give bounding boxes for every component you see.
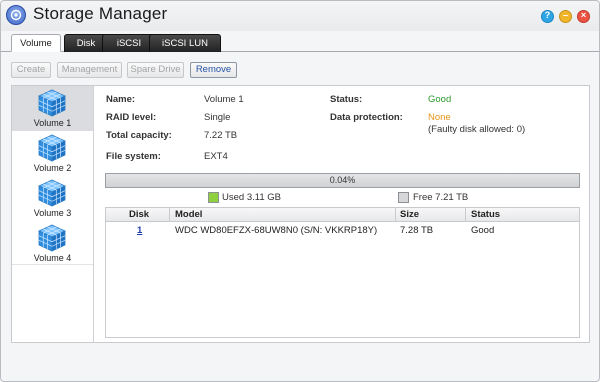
column-header-disk[interactable]: Disk bbox=[129, 209, 149, 220]
column-separator bbox=[169, 208, 170, 222]
name-value: Volume 1 bbox=[204, 94, 244, 105]
raid-level-label: RAID level: bbox=[106, 112, 157, 123]
tab-iscsi[interactable]: iSCSI bbox=[102, 34, 156, 52]
storage-manager-window: Storage Manager ? – × Volume Disk iSCSI … bbox=[0, 0, 600, 382]
status-value: Good bbox=[428, 94, 452, 105]
volume-label: Volume 3 bbox=[33, 208, 72, 218]
volume-list-item-1[interactable]: Volume 1 bbox=[12, 86, 93, 131]
disk-status: Good bbox=[471, 225, 495, 236]
total-capacity-label: Total capacity: bbox=[106, 130, 172, 141]
data-protection-value: None bbox=[428, 112, 451, 123]
management-button[interactable]: Management bbox=[57, 62, 122, 78]
tab-volume[interactable]: Volume bbox=[11, 34, 61, 52]
storage-manager-icon bbox=[6, 5, 26, 25]
disk-table: Disk Model Size Status 1 WDC WD80EFZX-68… bbox=[105, 207, 580, 338]
minimize-button[interactable]: – bbox=[559, 10, 572, 23]
total-capacity-value: 7.22 TB bbox=[204, 130, 238, 141]
disk-number-link[interactable]: 1 bbox=[137, 225, 142, 236]
column-header-model[interactable]: Model bbox=[175, 209, 202, 220]
close-button[interactable]: × bbox=[577, 10, 590, 23]
title-bar: Storage Manager ? – × bbox=[1, 1, 599, 29]
status-label: Status: bbox=[330, 94, 363, 105]
raid-level-value: Single bbox=[204, 112, 231, 123]
faulty-disk-note: (Faulty disk allowed: 0) bbox=[428, 124, 526, 135]
volume-list-item-3[interactable]: Volume 3 bbox=[12, 176, 93, 221]
used-legend-label: Used 3.11 GB bbox=[222, 192, 281, 203]
volume-label: Volume 4 bbox=[33, 253, 72, 263]
help-icon: ? bbox=[544, 10, 551, 20]
disk-model: WDC WD80EFZX-68UW8N0 (S/N: VKKRP18Y) bbox=[175, 225, 378, 236]
close-icon: × bbox=[580, 10, 587, 20]
column-separator bbox=[395, 208, 396, 222]
usage-percent: 0.04% bbox=[329, 175, 356, 185]
file-system-value: EXT4 bbox=[204, 151, 228, 162]
file-system-label: File system: bbox=[106, 151, 161, 162]
volume-list-item-4[interactable]: Volume 4 bbox=[12, 221, 93, 266]
data-protection-label: Data protection: bbox=[330, 112, 403, 123]
volume-list-item-2[interactable]: Volume 2 bbox=[12, 131, 93, 176]
name-label: Name: bbox=[106, 94, 136, 105]
tab-iscsi-lun[interactable]: iSCSI LUN bbox=[149, 34, 221, 52]
free-legend-label: Free 7.21 TB bbox=[413, 192, 469, 203]
column-header-status[interactable]: Status bbox=[471, 209, 500, 220]
column-separator bbox=[465, 208, 466, 222]
volume-list: Volume 1 Volume 2 Volume 3 Volume 4 bbox=[12, 86, 94, 342]
window-title: Storage Manager bbox=[33, 4, 168, 23]
create-button[interactable]: Create bbox=[11, 62, 51, 78]
column-header-size[interactable]: Size bbox=[400, 209, 419, 220]
used-legend-swatch bbox=[208, 192, 219, 203]
help-button[interactable]: ? bbox=[541, 10, 554, 23]
disk-table-header: Disk Model Size Status bbox=[106, 208, 579, 222]
volume-panel: Volume 1 Volume 2 Volume 3 Volume 4 Name… bbox=[11, 85, 590, 343]
free-legend-swatch bbox=[398, 192, 409, 203]
volume-label: Volume 1 bbox=[33, 118, 72, 128]
disk-size: 7.28 TB bbox=[400, 225, 434, 236]
minimize-icon: – bbox=[562, 10, 568, 20]
usage-bar: 0.04% bbox=[105, 173, 580, 188]
volume-label: Volume 2 bbox=[33, 163, 72, 173]
spare-drive-button[interactable]: Spare Drive bbox=[127, 62, 184, 78]
volume-icon bbox=[38, 134, 66, 162]
volume-icon bbox=[38, 179, 66, 207]
volume-list-divider bbox=[12, 264, 93, 265]
volume-icon bbox=[38, 224, 66, 252]
volume-icon bbox=[38, 89, 66, 117]
remove-button[interactable]: Remove bbox=[190, 62, 237, 78]
